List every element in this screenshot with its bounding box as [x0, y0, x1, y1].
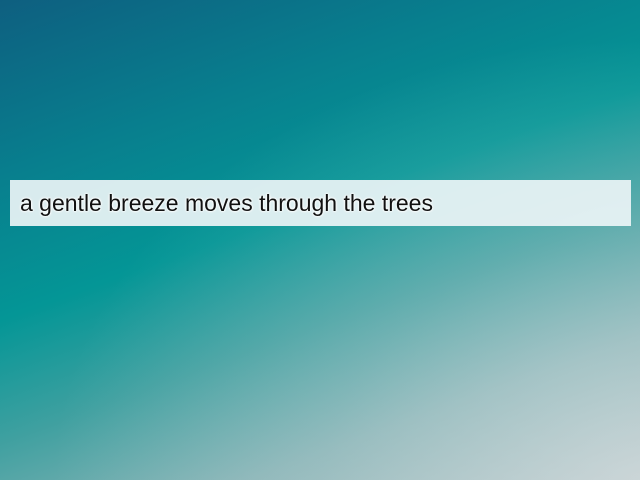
- text-input-field[interactable]: a gentle breeze moves through the trees: [10, 180, 631, 226]
- background: [0, 0, 640, 480]
- text-input-value: a gentle breeze moves through the trees: [20, 189, 433, 216]
